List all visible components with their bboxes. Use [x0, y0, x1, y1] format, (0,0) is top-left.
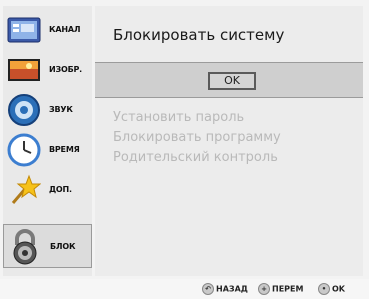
- page-title: Блокировать систему: [113, 26, 285, 44]
- sidebar-item-picture[interactable]: ИЗОБР.: [3, 50, 92, 90]
- sidebar-item-label: КАНАЛ: [49, 25, 81, 34]
- speaker-icon: [7, 93, 41, 127]
- sidebar-item-sound[interactable]: ЗВУК: [3, 90, 92, 130]
- ok-band: OK: [95, 62, 363, 98]
- sidebar-item-label: ДОП.: [49, 185, 72, 194]
- ok-key-icon: •: [318, 283, 330, 295]
- sidebar-item-label: ЗВУК: [49, 105, 73, 114]
- sidebar-item-lock[interactable]: БЛОК: [3, 224, 92, 268]
- picture-icon: [7, 53, 41, 87]
- clock-icon: [7, 133, 41, 167]
- sidebar-item-channel[interactable]: КАНАЛ: [3, 10, 92, 50]
- padlock-icon: [8, 229, 42, 265]
- move-key-icon: +: [258, 283, 270, 295]
- star-wand-icon: [7, 173, 42, 207]
- main-panel: Блокировать систему OK Установить пароль…: [95, 6, 363, 276]
- sidebar: КАНАЛ ИЗОБР. ЗВУК ВРЕМЯ ДОП. БЛОК: [3, 6, 92, 276]
- sidebar-item-label: ИЗОБР.: [49, 65, 82, 74]
- block-program-option[interactable]: Блокировать программу: [113, 130, 281, 145]
- parental-control-option[interactable]: Родительский контроль: [113, 150, 278, 165]
- ok-button[interactable]: OK: [208, 72, 256, 90]
- hint-ok: • OK: [318, 283, 345, 295]
- tv-menu-screen: КАНАЛ ИЗОБР. ЗВУК ВРЕМЯ ДОП. БЛОК Блокир…: [0, 0, 369, 299]
- hint-move: + ПЕРЕМ: [258, 283, 303, 295]
- sidebar-item-label: БЛОК: [50, 242, 76, 251]
- sidebar-item-label: ВРЕМЯ: [49, 145, 80, 154]
- hint-back: ↶ НАЗАД: [202, 283, 248, 295]
- set-password-option[interactable]: Установить пароль: [113, 110, 244, 125]
- sidebar-item-time[interactable]: ВРЕМЯ: [3, 130, 92, 170]
- back-key-icon: ↶: [202, 283, 214, 295]
- tv-channel-icon: [7, 13, 41, 47]
- footer-hints: ↶ НАЗАД + ПЕРЕМ • OK: [0, 279, 369, 299]
- sidebar-item-extra[interactable]: ДОП.: [3, 170, 92, 210]
